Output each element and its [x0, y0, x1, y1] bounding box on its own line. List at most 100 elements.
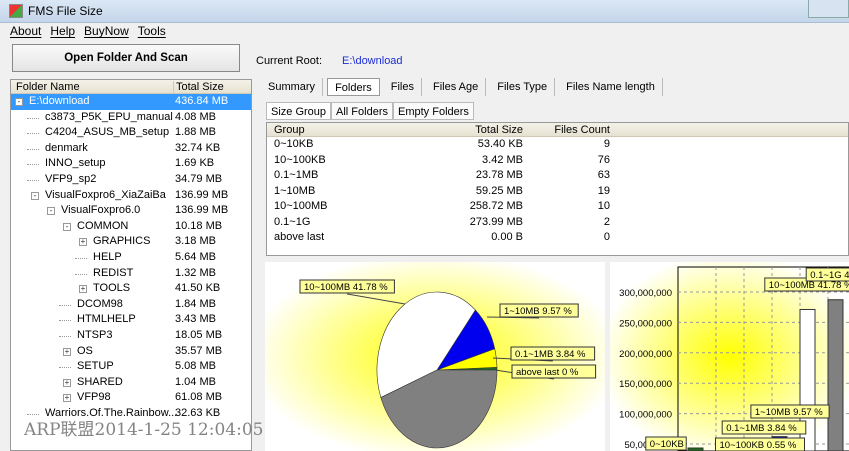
- menu-bar: About Help BuyNow Tools: [10, 24, 849, 43]
- table-row[interactable]: 1~10MB 59.25 MB 19: [267, 184, 848, 200]
- folder-size: 1.04 MB: [175, 375, 216, 388]
- tree-row[interactable]: SETUP 5.08 MB: [11, 359, 251, 375]
- menu-help[interactable]: Help: [50, 24, 75, 38]
- folder-name: OS: [77, 344, 93, 357]
- column-total-size[interactable]: Total Size: [475, 124, 523, 136]
- menu-buynow[interactable]: BuyNow: [84, 24, 129, 38]
- expand-icon[interactable]: +: [63, 378, 71, 387]
- tree-row[interactable]: HTMLHELP 3.43 MB: [11, 312, 251, 328]
- tab-files[interactable]: Files: [384, 78, 422, 96]
- size-cell: 59.25 MB: [475, 184, 523, 197]
- folder-name: C4204_ASUS_MB_setup: [45, 126, 170, 139]
- minimize-button[interactable]: [808, 0, 849, 18]
- tree-row[interactable]: - E:\download 436.84 MB: [11, 94, 251, 110]
- table-row[interactable]: 0.1~1MB 23.78 MB 63: [267, 168, 848, 184]
- column-total-size[interactable]: Total Size: [173, 81, 224, 93]
- tree-row[interactable]: INNO_setup 1.69 KB: [11, 156, 251, 172]
- subtab-size-group[interactable]: Size Group: [266, 102, 332, 120]
- folder-size: 32.74 KB: [175, 141, 221, 154]
- collapse-icon[interactable]: -: [15, 98, 23, 106]
- table-row[interactable]: above last 0.00 B 0: [267, 230, 848, 246]
- bar-chart: 50,000,000100,000,000150,000,000200,000,…: [610, 262, 849, 451]
- expand-icon[interactable]: +: [79, 285, 87, 294]
- subtab-empty-folders[interactable]: Empty Folders: [393, 102, 474, 120]
- tree-row[interactable]: HELP 5.64 MB: [11, 250, 251, 266]
- main-tabs: Summary Folders Files Files Age Files Type Fi…: [261, 78, 667, 96]
- tab-files-name-length[interactable]: Files Name length: [559, 78, 663, 96]
- folder-size: 4.08 MB: [175, 110, 216, 123]
- folder-name: VFP98: [77, 391, 111, 404]
- table-row[interactable]: 0~10KB 53.40 KB 9: [267, 137, 848, 153]
- tree-line: [27, 133, 39, 135]
- tree-row[interactable]: DCOM98 1.84 MB: [11, 297, 251, 313]
- tree-line: [27, 148, 39, 150]
- size-cell: 3.42 MB: [482, 153, 523, 166]
- folder-name: E:\download: [29, 95, 90, 107]
- tree-row[interactable]: c3873_P5K_EPU_manual 4.08 MB: [11, 110, 251, 126]
- folder-size: 1.32 MB: [175, 266, 216, 279]
- folder-name: NTSP3: [77, 328, 113, 341]
- tree-row[interactable]: + OS 35.57 MB: [11, 344, 251, 360]
- folder-size: 136.99 MB: [175, 204, 229, 217]
- tree-row[interactable]: + GRAPHICS 3.18 MB: [11, 234, 251, 250]
- table-header: Group Total Size Files Count: [267, 123, 848, 137]
- group-cell: 0.1~1MB: [274, 169, 319, 181]
- table-row[interactable]: 0.1~1G 273.99 MB 2: [267, 215, 848, 231]
- tree-row[interactable]: + TOOLS 41.50 KB: [11, 281, 251, 297]
- tree-row[interactable]: + SHARED 1.04 MB: [11, 375, 251, 391]
- folder-size: 1.84 MB: [175, 297, 216, 310]
- menu-tools[interactable]: Tools: [138, 24, 166, 38]
- current-root-label: Current Root:: [256, 55, 323, 67]
- column-group[interactable]: Group: [274, 124, 305, 136]
- pie-chart: 10~100MB 41.78 % 1~10MB 9.57 % 0.1~1MB 3.8…: [265, 262, 605, 451]
- open-folder-scan-button[interactable]: Open Folder And Scan: [12, 44, 240, 72]
- folder-name: COMMON: [77, 219, 129, 232]
- table-row[interactable]: 10~100MB 258.72 MB 10: [267, 199, 848, 215]
- y-tick-label: 300,000,000: [619, 288, 672, 299]
- folder-size: 3.18 MB: [175, 235, 216, 248]
- tree-row[interactable]: NTSP3 18.05 MB: [11, 328, 251, 344]
- tree-row[interactable]: C4204_ASUS_MB_setup 1.88 MB: [11, 125, 251, 141]
- tree-row[interactable]: VFP9_sp2 34.79 MB: [11, 172, 251, 188]
- expand-icon[interactable]: +: [63, 394, 71, 403]
- collapse-icon[interactable]: -: [47, 207, 55, 216]
- tree-row[interactable]: - VisualFoxpro6.0 136.99 MB: [11, 203, 251, 219]
- watermark: ARP联盟2014-1-25 12:04:05: [24, 420, 264, 440]
- folder-tree[interactable]: Folder Name Total Size - E:\download 436.8…: [10, 79, 252, 451]
- data-label: above last 0 %: [516, 367, 579, 378]
- tab-folders[interactable]: Folders: [327, 78, 380, 96]
- column-files-count[interactable]: Files Count: [554, 124, 610, 136]
- folder-name: VFP9_sp2: [45, 172, 97, 185]
- column-folder-name[interactable]: Folder Name: [16, 81, 80, 93]
- data-label: 1~10MB 9.57 %: [755, 407, 823, 418]
- size-cell: 0.00 B: [491, 231, 523, 243]
- expand-icon[interactable]: +: [63, 347, 71, 356]
- folder-name: VisualFoxpro6.0: [61, 204, 141, 217]
- tab-summary[interactable]: Summary: [261, 78, 324, 96]
- tree-row[interactable]: - VisualFoxpro6_XiaZaiBa 136.99 MB: [11, 188, 251, 204]
- count-cell: 0: [603, 231, 610, 243]
- menu-about[interactable]: About: [10, 24, 41, 38]
- folder-size: 3.43 MB: [175, 313, 216, 326]
- subtab-all-folders[interactable]: All Folders: [331, 102, 393, 120]
- folder-size: 1.88 MB: [175, 126, 216, 139]
- tab-files-type[interactable]: Files Type: [490, 78, 556, 96]
- tab-files-age[interactable]: Files Age: [426, 78, 487, 96]
- tree-row[interactable]: REDIST 1.32 MB: [11, 266, 251, 282]
- table-row[interactable]: 10~100KB 3.42 MB 76: [267, 153, 848, 169]
- count-cell: 19: [597, 184, 610, 197]
- collapse-icon[interactable]: -: [31, 191, 39, 200]
- tree-row[interactable]: + VFP98 61.08 MB: [11, 390, 251, 406]
- folder-size: 5.64 MB: [175, 250, 216, 263]
- group-cell: 10~100KB: [274, 153, 326, 166]
- tree-row[interactable]: denmark 32.74 KB: [11, 141, 251, 157]
- tree-line: [27, 413, 39, 415]
- data-label: 0.1~1G 44.26 %: [810, 270, 849, 281]
- collapse-icon[interactable]: -: [63, 222, 71, 231]
- tree-header: Folder Name Total Size: [11, 80, 251, 94]
- tree-row[interactable]: - COMMON 10.18 MB: [11, 219, 251, 235]
- tree-line: [59, 367, 71, 369]
- expand-icon[interactable]: +: [79, 238, 87, 247]
- tree-line: [27, 164, 39, 166]
- data-label: 1~10MB 9.57 %: [504, 306, 572, 317]
